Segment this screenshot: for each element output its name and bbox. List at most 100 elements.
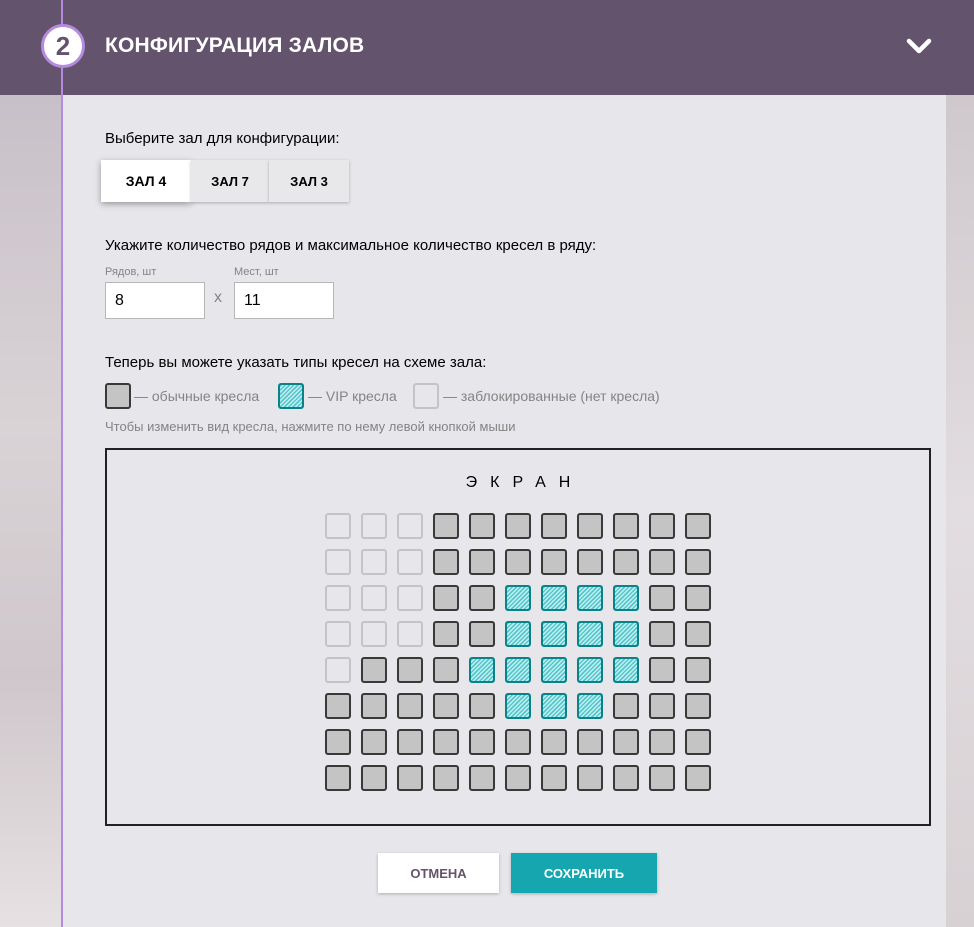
seat-vip[interactable] — [577, 621, 603, 647]
seat-vip[interactable] — [505, 621, 531, 647]
hall-tab-1[interactable]: ЗАЛ 4 — [101, 160, 191, 202]
seat-vip[interactable] — [541, 585, 567, 611]
hall-tab-2[interactable]: ЗАЛ 7 — [191, 160, 269, 202]
seat-standart[interactable] — [505, 765, 531, 791]
seat-vip[interactable] — [541, 693, 567, 719]
save-button[interactable]: СОХРАНИТЬ — [511, 853, 657, 893]
seat-disabled[interactable] — [325, 657, 351, 683]
seat-standart[interactable] — [469, 621, 495, 647]
seat-standart[interactable] — [325, 765, 351, 791]
seat-standart[interactable] — [685, 513, 711, 539]
seat-standart[interactable] — [433, 585, 459, 611]
seat-standart[interactable] — [433, 765, 459, 791]
seat-vip[interactable] — [613, 657, 639, 683]
seat-standart[interactable] — [685, 549, 711, 575]
seat-standart[interactable] — [325, 729, 351, 755]
seat-standart[interactable] — [433, 549, 459, 575]
seat-standart[interactable] — [433, 513, 459, 539]
seat-disabled[interactable] — [397, 513, 423, 539]
seat-standart[interactable] — [649, 549, 675, 575]
seat-standart[interactable] — [577, 765, 603, 791]
seat-standart[interactable] — [469, 765, 495, 791]
seat-standart[interactable] — [361, 693, 387, 719]
seat-vip[interactable] — [577, 657, 603, 683]
seat-standart[interactable] — [541, 729, 567, 755]
seat-standart[interactable] — [469, 693, 495, 719]
seat-standart[interactable] — [397, 693, 423, 719]
seat-vip[interactable] — [577, 585, 603, 611]
seat-standart[interactable] — [505, 513, 531, 539]
seat-standart[interactable] — [685, 729, 711, 755]
seat-standart[interactable] — [613, 729, 639, 755]
seat-standart[interactable] — [613, 513, 639, 539]
seat-vip[interactable] — [613, 621, 639, 647]
seat-vip[interactable] — [505, 657, 531, 683]
seat-disabled[interactable] — [361, 549, 387, 575]
seat-standart[interactable] — [505, 549, 531, 575]
rows-input[interactable] — [105, 282, 205, 319]
seat-standart[interactable] — [649, 585, 675, 611]
seat-standart[interactable] — [649, 657, 675, 683]
seat-standart[interactable] — [649, 693, 675, 719]
seats-input[interactable] — [234, 282, 334, 319]
chevron-down-icon[interactable] — [905, 36, 933, 56]
seat-standart[interactable] — [649, 729, 675, 755]
seat-disabled[interactable] — [397, 549, 423, 575]
background-right — [946, 95, 974, 927]
seat-standart[interactable] — [685, 621, 711, 647]
seat-disabled[interactable] — [361, 621, 387, 647]
seat-standart[interactable] — [685, 657, 711, 683]
seat-standart[interactable] — [685, 765, 711, 791]
seat-disabled[interactable] — [325, 621, 351, 647]
seat-standart[interactable] — [649, 513, 675, 539]
timeline-line — [61, 0, 63, 927]
seat-standart[interactable] — [649, 765, 675, 791]
hall-tab-3[interactable]: ЗАЛ 3 — [269, 160, 349, 202]
seat-standart[interactable] — [613, 549, 639, 575]
seat-standart[interactable] — [505, 729, 531, 755]
seat-standart[interactable] — [649, 621, 675, 647]
seat-standart[interactable] — [397, 657, 423, 683]
seat-disabled[interactable] — [397, 585, 423, 611]
seat-standart[interactable] — [469, 513, 495, 539]
seat-standart[interactable] — [541, 549, 567, 575]
seat-standart[interactable] — [361, 729, 387, 755]
seat-standart[interactable] — [433, 729, 459, 755]
seat-standart[interactable] — [469, 549, 495, 575]
seat-vip[interactable] — [505, 693, 531, 719]
seat-standart[interactable] — [433, 693, 459, 719]
seat-disabled[interactable] — [397, 621, 423, 647]
seat-standart[interactable] — [541, 765, 567, 791]
seat-standart[interactable] — [613, 693, 639, 719]
seat-vip[interactable] — [613, 585, 639, 611]
seat-standart[interactable] — [469, 729, 495, 755]
seat-standart[interactable] — [397, 765, 423, 791]
section-header[interactable]: КОНФИГУРАЦИЯ ЗАЛОВ — [0, 0, 974, 95]
seat-vip[interactable] — [541, 657, 567, 683]
hall-select-label: Выберите зал для конфигурации: — [105, 130, 340, 147]
seat-standart[interactable] — [685, 693, 711, 719]
seat-disabled[interactable] — [361, 513, 387, 539]
seat-standart[interactable] — [433, 657, 459, 683]
seat-vip[interactable] — [577, 693, 603, 719]
seat-standart[interactable] — [577, 729, 603, 755]
seat-standart[interactable] — [397, 729, 423, 755]
seat-standart[interactable] — [361, 657, 387, 683]
seat-disabled[interactable] — [361, 585, 387, 611]
seat-vip[interactable] — [505, 585, 531, 611]
seat-standart[interactable] — [685, 585, 711, 611]
cancel-button[interactable]: ОТМЕНА — [378, 853, 499, 893]
seat-standart[interactable] — [469, 585, 495, 611]
seat-disabled[interactable] — [325, 513, 351, 539]
seat-standart[interactable] — [541, 513, 567, 539]
seat-standart[interactable] — [613, 765, 639, 791]
seat-standart[interactable] — [433, 621, 459, 647]
seat-vip[interactable] — [541, 621, 567, 647]
seat-standart[interactable] — [577, 549, 603, 575]
seat-disabled[interactable] — [325, 549, 351, 575]
seat-standart[interactable] — [577, 513, 603, 539]
seat-standart[interactable] — [361, 765, 387, 791]
seat-standart[interactable] — [325, 693, 351, 719]
seat-vip[interactable] — [469, 657, 495, 683]
seat-disabled[interactable] — [325, 585, 351, 611]
